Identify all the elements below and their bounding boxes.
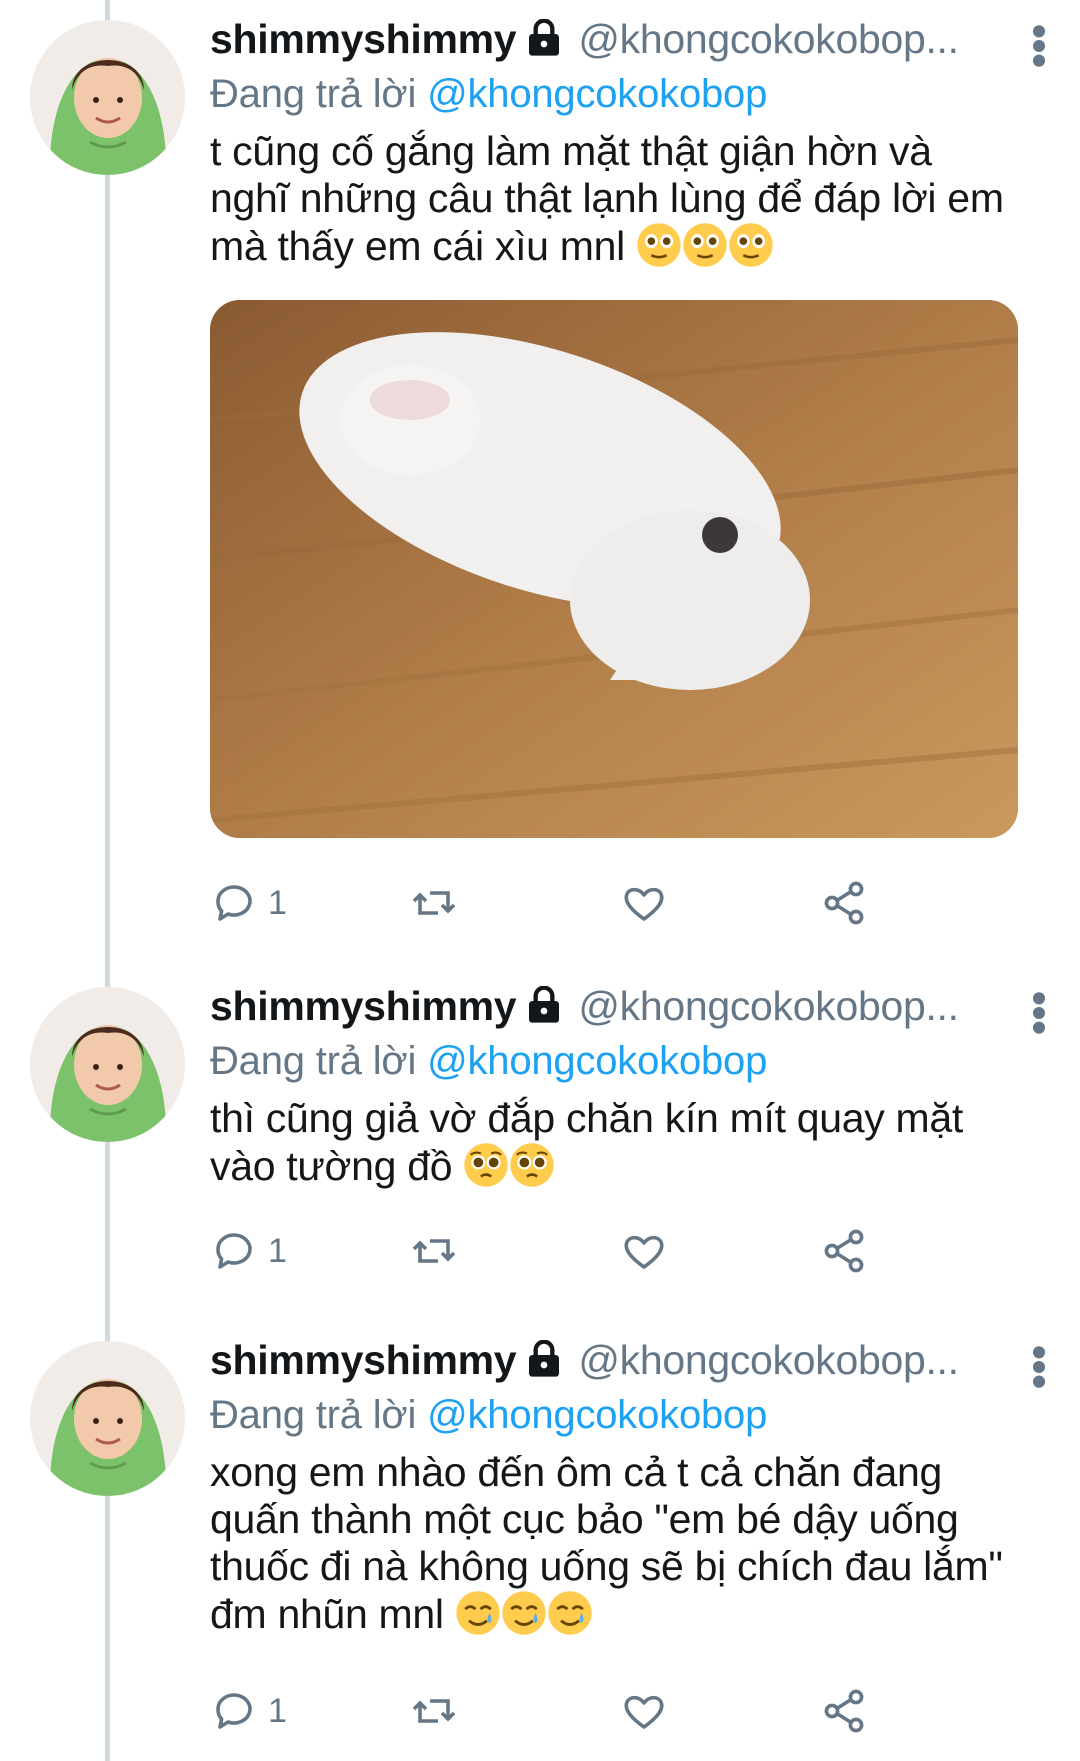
avatar-image xyxy=(30,1341,185,1496)
reply-button[interactable]: 1 xyxy=(210,1681,287,1741)
reply-icon xyxy=(216,1693,252,1729)
avatar-image xyxy=(30,20,185,175)
smiling-face-with-tear-emoji-icon xyxy=(456,1591,500,1635)
mention-link[interactable]: @khongcokokobop xyxy=(427,72,767,116)
face-holding-back-tears-emoji-icon xyxy=(683,223,727,267)
pleading-face-emoji-icon xyxy=(464,1143,509,1187)
avatar[interactable] xyxy=(30,1341,185,1496)
share-icon xyxy=(824,881,864,925)
avatar-image xyxy=(30,987,185,1142)
lock-icon xyxy=(529,19,560,56)
thread-line xyxy=(105,0,110,1761)
smiling-face-with-tear-emoji-icon xyxy=(502,1591,546,1635)
display-name[interactable]: shimmyshimmy xyxy=(210,983,517,1030)
replying-to: Đang trả lời @khongcokokobop xyxy=(210,1037,1060,1085)
mention-link[interactable]: @khongcokokobop xyxy=(427,1393,767,1437)
user-handle[interactable]: @khongcokokobop... xyxy=(578,983,958,1030)
more-options-icon[interactable] xyxy=(1028,1345,1050,1389)
retweet-button[interactable] xyxy=(410,1681,458,1741)
heart-icon xyxy=(624,887,664,921)
face-holding-back-tears-emoji-icon xyxy=(637,223,681,267)
heart-icon xyxy=(624,1235,664,1269)
share-icon xyxy=(824,1229,864,1273)
share-icon xyxy=(824,1689,864,1733)
replying-to: Đang trả lời @khongcokokobop xyxy=(210,1391,1060,1439)
more-options-icon[interactable] xyxy=(1028,24,1050,68)
share-button[interactable] xyxy=(820,873,868,933)
pleading-face-emoji-icon xyxy=(510,1143,555,1187)
tweet-text: t cũng cố gắng làm mặt thật giận hờn và … xyxy=(210,128,1010,270)
user-handle[interactable]: @khongcokokobop... xyxy=(578,1337,958,1384)
replying-prefix: Đang trả lời xyxy=(210,1393,417,1437)
reply-count: 1 xyxy=(268,883,287,922)
tweet-text-body: thì cũng giả vờ đắp chăn kín mít quay mặ… xyxy=(210,1095,964,1189)
heart-icon xyxy=(624,1695,664,1729)
tweet-text-body: xong em nhào đến ôm cả t cả chăn đang qu… xyxy=(210,1449,1003,1637)
share-button[interactable] xyxy=(820,1221,868,1281)
like-button[interactable] xyxy=(620,873,668,933)
reply-icon xyxy=(216,885,252,921)
tweet-actions: 1 xyxy=(210,873,1070,933)
tweet-text: xong em nhào đến ôm cả t cả chăn đang qu… xyxy=(210,1449,1010,1638)
tweet-media-image[interactable] xyxy=(210,300,1018,838)
replying-to: Đang trả lời @khongcokokobop xyxy=(210,70,1060,118)
reply-count: 1 xyxy=(268,1231,287,1270)
replying-prefix: Đang trả lời xyxy=(210,72,417,116)
lock-icon xyxy=(529,1340,560,1377)
retweet-icon xyxy=(412,1699,456,1723)
reply-button[interactable]: 1 xyxy=(210,1221,287,1281)
reply-count: 1 xyxy=(268,1691,287,1730)
retweet-button[interactable] xyxy=(410,1221,458,1281)
avatar[interactable] xyxy=(30,20,185,175)
white-dog-photo xyxy=(210,300,1018,838)
user-handle[interactable]: @khongcokokobop... xyxy=(578,16,958,63)
retweet-button[interactable] xyxy=(410,873,458,933)
mention-link[interactable]: @khongcokokobop xyxy=(427,1039,767,1083)
like-button[interactable] xyxy=(620,1221,668,1281)
avatar[interactable] xyxy=(30,987,185,1142)
like-button[interactable] xyxy=(620,1681,668,1741)
more-options-icon[interactable] xyxy=(1028,991,1050,1035)
lock-icon xyxy=(529,986,560,1023)
face-holding-back-tears-emoji-icon xyxy=(729,223,773,267)
display-name[interactable]: shimmyshimmy xyxy=(210,1337,517,1384)
retweet-icon xyxy=(412,891,456,915)
retweet-icon xyxy=(412,1239,456,1263)
reply-icon xyxy=(216,1233,252,1269)
display-name[interactable]: shimmyshimmy xyxy=(210,16,517,63)
replying-prefix: Đang trả lời xyxy=(210,1039,417,1083)
reply-button[interactable]: 1 xyxy=(210,873,287,933)
smiling-face-with-tear-emoji-icon xyxy=(548,1591,592,1635)
share-button[interactable] xyxy=(820,1681,868,1741)
tweet-actions: 1 xyxy=(210,1221,1070,1281)
tweet-text: thì cũng giả vờ đắp chăn kín mít quay mặ… xyxy=(210,1095,1010,1190)
tweet-text-body: t cũng cố gắng làm mặt thật giận hờn và … xyxy=(210,128,1004,269)
tweet-actions: 1 xyxy=(210,1681,1070,1741)
